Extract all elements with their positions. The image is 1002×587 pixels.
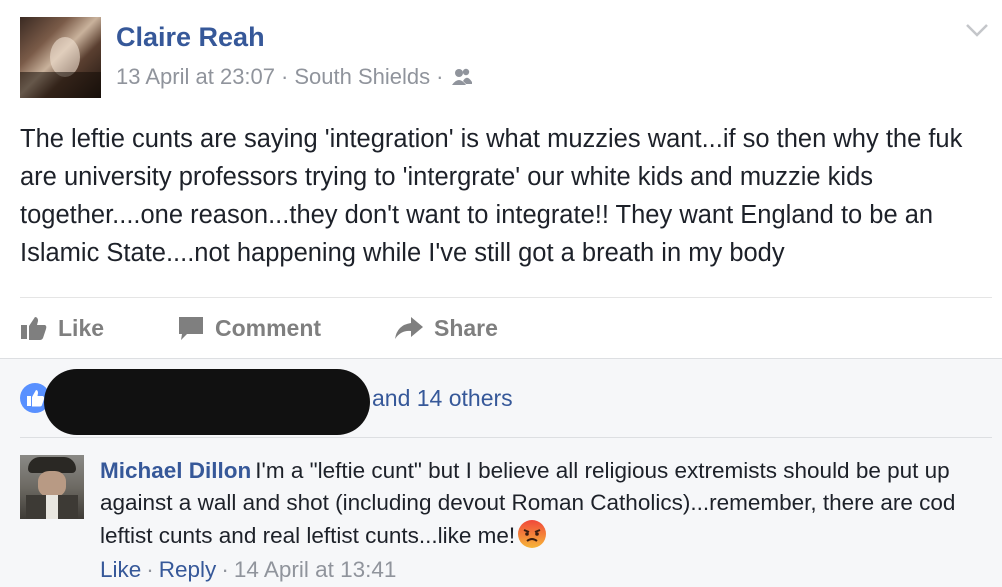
divider	[20, 437, 992, 438]
feedback-section: and 14 others Michael Dillon I'm a "lefti…	[0, 358, 1002, 587]
post-timestamp[interactable]: 13 April at 23:07	[116, 64, 275, 90]
share-button[interactable]: Share	[394, 304, 498, 352]
separator: ·	[146, 557, 154, 582]
share-label: Share	[434, 314, 498, 341]
comment-like-link[interactable]: Like	[100, 557, 141, 582]
post-action-bar: Like Comment Share	[20, 304, 992, 352]
divider	[20, 297, 992, 298]
post-meta: 13 April at 23:07 · South Shields ·	[116, 64, 473, 90]
chevron-down-icon[interactable]	[964, 20, 990, 40]
avatar-shadow	[20, 72, 101, 98]
avatar-shirt	[46, 495, 58, 519]
avatar-highlight	[50, 37, 80, 77]
author-name[interactable]: Claire Reah	[116, 22, 265, 53]
share-arrow-icon	[395, 317, 423, 339]
post-location[interactable]: South Shields	[294, 64, 430, 90]
like-button[interactable]: Like	[20, 304, 104, 352]
separator: ·	[221, 557, 229, 582]
meta-separator: ·	[436, 64, 444, 89]
comment-reply-link[interactable]: Reply	[159, 557, 217, 582]
comment-timestamp[interactable]: 14 April at 13:41	[234, 557, 397, 582]
reactions-summary: and 14 others	[0, 359, 1002, 437]
angry-face-icon	[518, 520, 547, 548]
comment-actions: Like · Reply · 14 April at 13:41	[100, 557, 396, 583]
commenter-avatar[interactable]	[20, 455, 84, 519]
comment: Michael Dillon I'm a "leftie cunt" but I …	[100, 455, 980, 552]
meta-separator: ·	[281, 64, 289, 89]
author-avatar[interactable]	[20, 17, 101, 98]
comment-icon	[179, 317, 203, 340]
facebook-post: Claire Reah 13 April at 23:07 · South Sh…	[0, 0, 1002, 587]
thumbs-up-icon	[21, 317, 47, 340]
others-link[interactable]: and 14 others	[372, 385, 513, 412]
comment-label: Comment	[215, 314, 322, 341]
like-label: Like	[58, 314, 105, 341]
friends-icon[interactable]	[451, 67, 473, 87]
redacted-names	[44, 369, 370, 435]
post-text: The leftie cunts are saying 'integration…	[20, 125, 963, 267]
avatar-face	[38, 471, 66, 497]
comment-button[interactable]: Comment	[177, 304, 321, 352]
comment-author[interactable]: Michael Dillon	[100, 458, 251, 483]
